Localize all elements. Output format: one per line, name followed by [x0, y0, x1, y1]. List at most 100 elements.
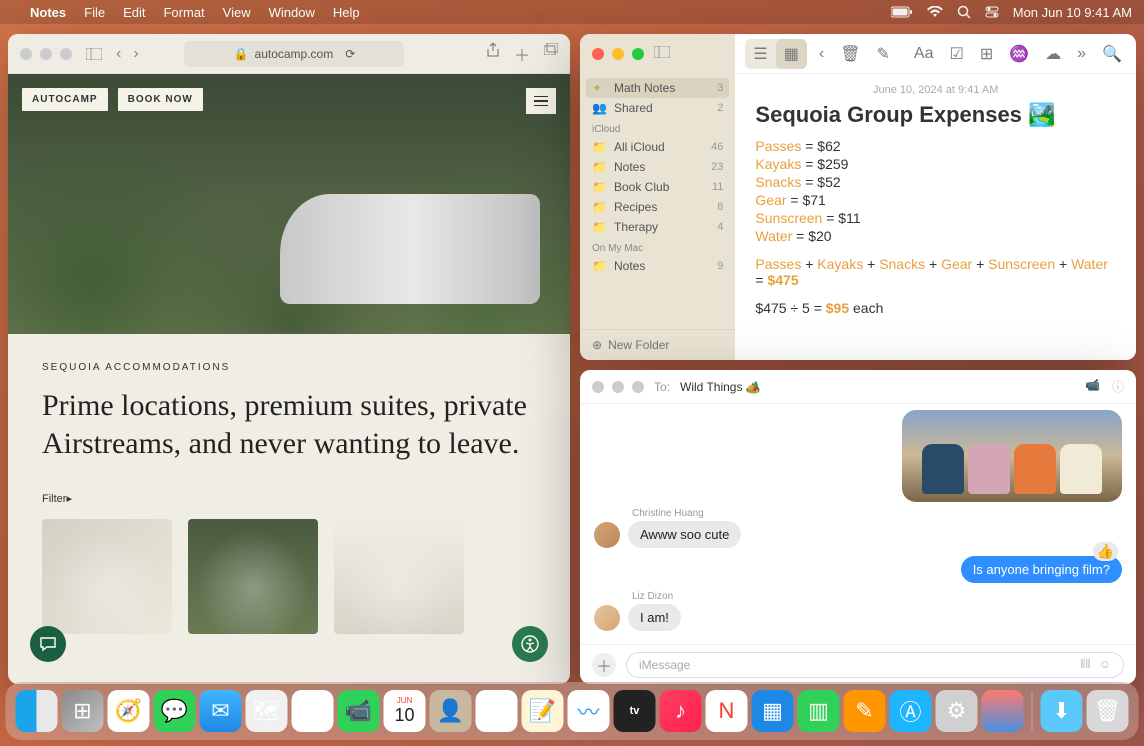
note-body[interactable]: June 10, 2024 at 9:41 AM Sequoia Group E… [735, 74, 1136, 328]
facetime-icon[interactable]: 📹 [1085, 378, 1100, 395]
zoom-button[interactable] [632, 48, 644, 60]
dock-keynote[interactable]: ▦ [752, 690, 794, 732]
dock-news[interactable]: N [706, 690, 748, 732]
dock-photos[interactable]: ✿ [292, 690, 334, 732]
menubar-clock[interactable]: Mon Jun 10 9:41 AM [1013, 5, 1132, 20]
dock-tv[interactable]: tv [614, 690, 656, 732]
dock-trash[interactable]: 🗑 [1087, 690, 1129, 732]
new-tab-icon[interactable]: ＋ [514, 42, 530, 66]
folder-recipes[interactable]: 📁Recipes8 [580, 197, 735, 217]
dock-settings[interactable]: ⚙ [936, 690, 978, 732]
dock-numbers[interactable]: ▥ [798, 690, 840, 732]
tapback-thumbs-up[interactable]: 👍 [1093, 542, 1118, 561]
dock-contacts[interactable]: 👤 [430, 690, 472, 732]
dock-music[interactable]: ♪ [660, 690, 702, 732]
menu-view[interactable]: View [223, 5, 251, 20]
menu-edit[interactable]: Edit [123, 5, 145, 20]
dock-safari[interactable]: 🧭 [108, 690, 150, 732]
dock-appstore[interactable]: Ⓐ [890, 690, 932, 732]
dock-pages[interactable]: ✎ [844, 690, 886, 732]
apps-button[interactable]: ＋ [592, 653, 616, 677]
recipient-name[interactable]: Wild Things 🏕️ [680, 380, 761, 394]
close-button[interactable] [20, 48, 32, 60]
minimize-button[interactable] [612, 381, 624, 393]
audio-icon[interactable]: ⦀⦀ [1080, 657, 1091, 672]
search-icon[interactable]: 🔍 [1098, 40, 1126, 68]
dock-freeform[interactable]: 〰 [568, 690, 610, 732]
suite-card[interactable] [188, 519, 318, 634]
menu-file[interactable]: File [84, 5, 105, 20]
address-bar[interactable]: 🔒 autocamp.com ⟳ [184, 41, 404, 67]
message-bubble[interactable]: Awww soo cute [628, 521, 741, 548]
dock-calendar[interactable]: JUN10 [384, 690, 426, 732]
dock-messages[interactable]: 💬 [154, 690, 196, 732]
chat-fab[interactable] [30, 626, 66, 662]
list-view-icon[interactable]: ☰ [745, 39, 775, 69]
close-button[interactable] [592, 381, 604, 393]
minimize-button[interactable] [612, 48, 624, 60]
compose-icon[interactable]: ✎ [873, 40, 894, 68]
media-icon[interactable]: ♒ [1005, 40, 1033, 68]
link-icon[interactable]: ☁ [1041, 40, 1065, 68]
avatar[interactable] [594, 522, 620, 548]
filter-button[interactable]: Filter▸ [42, 492, 536, 505]
zoom-button[interactable] [60, 48, 72, 60]
site-logo[interactable]: AUTOCAMP [22, 88, 108, 111]
folder-all-icloud[interactable]: 📁All iCloud46 [580, 137, 735, 157]
folder-shared[interactable]: 👥 Shared 2 [580, 98, 735, 118]
new-folder-button[interactable]: ⊕New Folder [580, 329, 735, 360]
forward-button[interactable]: › [133, 45, 138, 63]
message-bubble[interactable]: I am! [628, 604, 681, 631]
back-icon[interactable]: ‹ [815, 41, 828, 67]
dock-reminders[interactable]: ☰ [476, 690, 518, 732]
tabs-icon[interactable] [544, 42, 558, 66]
minimize-button[interactable] [40, 48, 52, 60]
checklist-icon[interactable]: ☑ [946, 40, 968, 68]
view-segmented-control[interactable]: ☰ ▦ [745, 39, 806, 69]
suite-card[interactable] [334, 519, 464, 634]
dock-mail[interactable]: ✉︎ [200, 690, 242, 732]
menu-format[interactable]: Format [163, 5, 204, 20]
battery-icon[interactable] [891, 6, 913, 18]
avatar[interactable] [594, 605, 620, 631]
back-button[interactable]: ‹ [116, 45, 121, 63]
accessibility-fab[interactable] [512, 626, 548, 662]
more-icon[interactable]: » [1073, 41, 1090, 67]
sidebar-toggle-icon[interactable] [654, 45, 670, 63]
format-icon[interactable]: Aa [910, 41, 938, 67]
wifi-icon[interactable] [927, 6, 943, 18]
reload-icon[interactable]: ⟳ [345, 47, 355, 61]
dock-finder[interactable] [16, 690, 58, 732]
table-icon[interactable]: ⊞ [976, 40, 997, 68]
folder-local-notes[interactable]: 📁Notes9 [580, 256, 735, 276]
menu-window[interactable]: Window [269, 5, 315, 20]
app-menu[interactable]: Notes [30, 5, 66, 20]
suite-card[interactable] [42, 519, 172, 634]
folder-book-club[interactable]: 📁Book Club11 [580, 177, 735, 197]
share-icon[interactable] [486, 42, 500, 66]
sidebar-icon[interactable] [82, 44, 106, 64]
control-center-icon[interactable] [985, 5, 999, 19]
menu-help[interactable]: Help [333, 5, 360, 20]
folder-notes[interactable]: 📁Notes23 [580, 157, 735, 177]
photo-attachment[interactable] [902, 410, 1122, 502]
folder-math-notes[interactable]: ✦ Math Notes 3 [586, 78, 729, 98]
grid-view-icon[interactable]: ▦ [776, 39, 807, 69]
delete-icon[interactable]: 🗑 [836, 40, 864, 68]
messages-thread[interactable]: Christine Huang Awww soo cute 👍 Is anyon… [580, 404, 1136, 644]
emoji-icon[interactable]: ☺ [1099, 657, 1111, 672]
folder-therapy[interactable]: 📁Therapy4 [580, 217, 735, 237]
dock-facetime[interactable]: 📹 [338, 690, 380, 732]
dock-launchpad[interactable]: ⊞ [62, 690, 104, 732]
zoom-button[interactable] [632, 381, 644, 393]
message-input[interactable]: iMessage ⦀⦀ ☺ [626, 652, 1124, 678]
info-icon[interactable]: ⓘ [1112, 378, 1124, 395]
dock-notes[interactable]: 📝 [522, 690, 564, 732]
dock-maps[interactable]: 🗺 [246, 690, 288, 732]
dock-iphone-mirroring[interactable] [982, 690, 1024, 732]
book-now-button[interactable]: BOOK NOW [118, 88, 203, 111]
spotlight-icon[interactable] [957, 5, 971, 19]
dock-downloads[interactable]: ⬇ [1041, 690, 1083, 732]
hamburger-menu[interactable] [526, 88, 556, 114]
close-button[interactable] [592, 48, 604, 60]
